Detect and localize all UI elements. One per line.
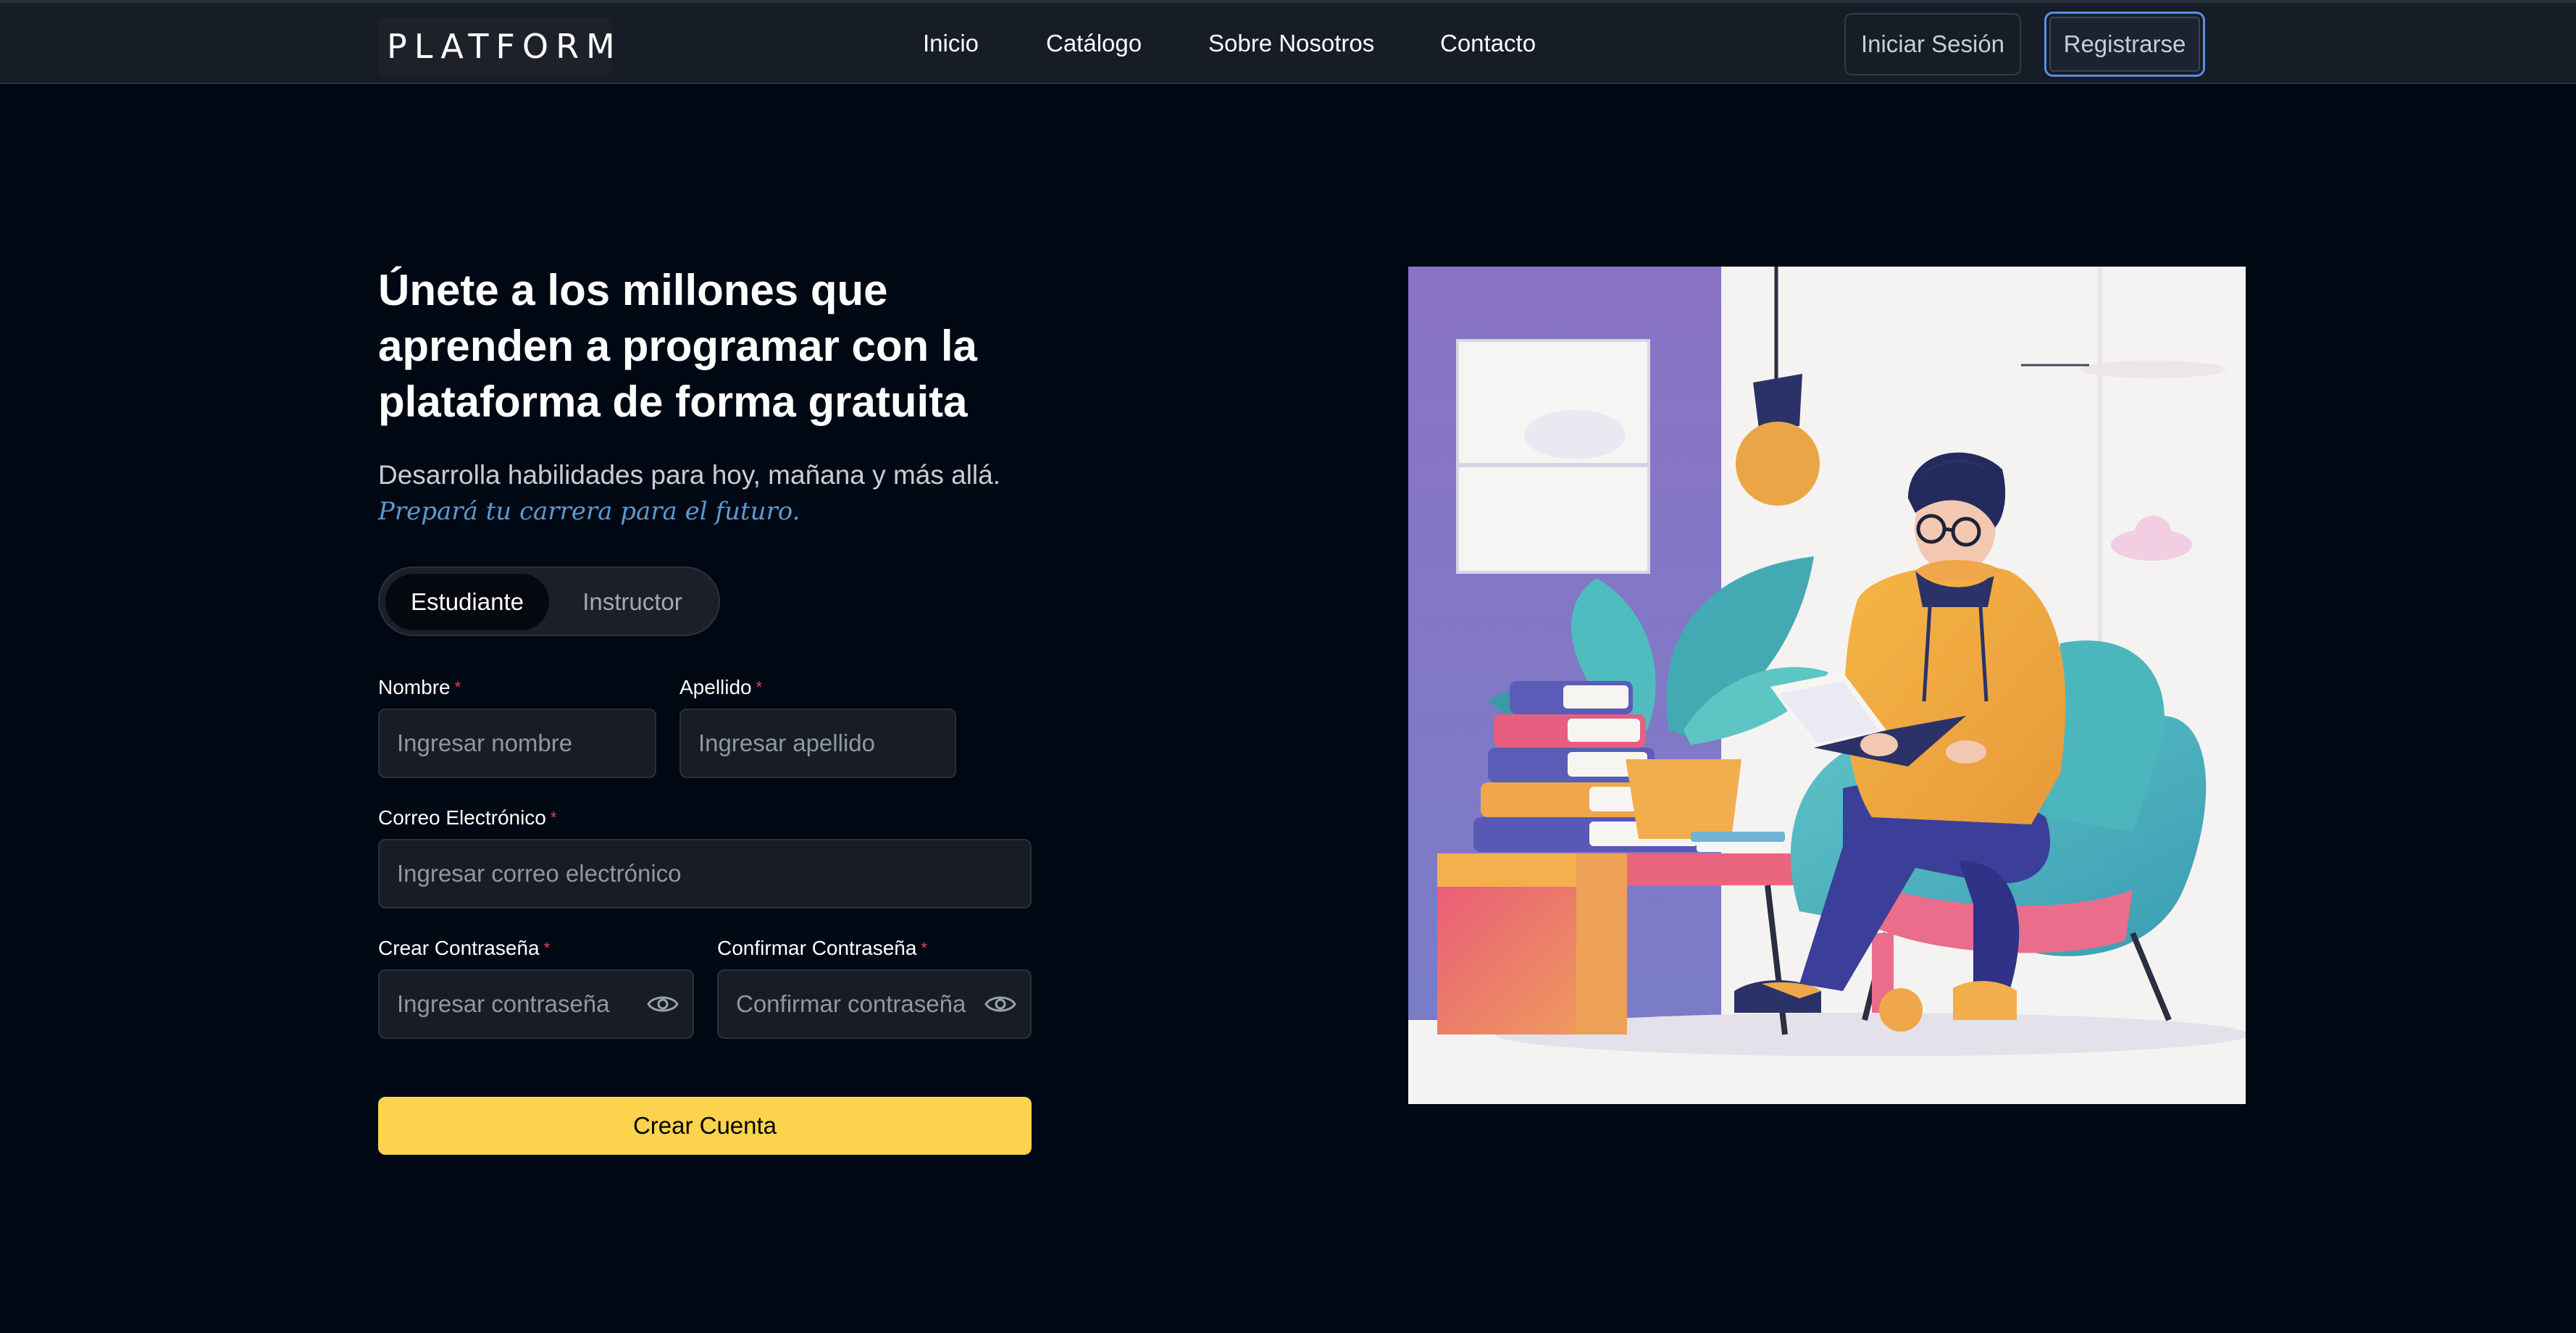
required-mark: * (454, 678, 461, 696)
nav-link-inicio[interactable]: Inicio (923, 28, 979, 59)
confirm-password-label: Confirmar Contraseña * (717, 937, 928, 959)
role-toggle: Estudiante Instructor (378, 567, 720, 636)
first-name-input[interactable]: Ingresar nombre (378, 709, 656, 778)
password-placeholder: Ingresar contraseña (397, 990, 610, 1017)
required-mark: * (756, 678, 763, 696)
required-mark: * (550, 808, 557, 827)
required-mark: * (921, 939, 928, 957)
email-field[interactable]: Ingresar correo electrónico (378, 839, 1032, 908)
page-title: Únete a los millones que aprenden a prog… (378, 266, 977, 426)
required-mark: * (543, 939, 551, 957)
eye-icon[interactable] (646, 993, 679, 1016)
hero-tagline: Prepará tu carrera para el futuro. (378, 497, 800, 526)
email-label: Correo Electrónico * (378, 806, 557, 829)
person-reading-illustration (1408, 267, 2246, 1104)
hero-subtitle: Desarrolla habilidades para hoy, mañana … (378, 460, 1001, 490)
hero-illustration (1408, 267, 2246, 1104)
brand-logo[interactable]: PLATFORM (378, 17, 615, 75)
top-navbar: PLATFORM Inicio Catálogo Sobre Nosotros … (0, 0, 2576, 84)
role-option-instructor[interactable]: Instructor (556, 574, 708, 630)
first-name-label: Nombre * (378, 676, 461, 698)
nav-link-contacto[interactable]: Contacto (1440, 28, 1536, 59)
password-input[interactable]: Ingresar contraseña (378, 969, 694, 1039)
confirm-password-placeholder: Confirmar contraseña (736, 990, 966, 1017)
password-label: Crear Contraseña * (378, 937, 551, 959)
eye-icon[interactable] (984, 993, 1017, 1016)
confirm-password-input[interactable]: Confirmar contraseña (717, 969, 1032, 1039)
nav-link-catalogo[interactable]: Catálogo (1046, 28, 1142, 59)
nav-link-sobre-nosotros[interactable]: Sobre Nosotros (1208, 28, 1374, 59)
last-name-input[interactable]: Ingresar apellido (679, 709, 956, 778)
role-option-estudiante[interactable]: Estudiante (385, 574, 549, 630)
last-name-label: Apellido * (679, 676, 763, 698)
create-account-button[interactable]: Crear Cuenta (378, 1097, 1032, 1155)
login-button[interactable]: Iniciar Sesión (1844, 13, 2021, 75)
register-button[interactable]: Registrarse (2044, 12, 2205, 77)
